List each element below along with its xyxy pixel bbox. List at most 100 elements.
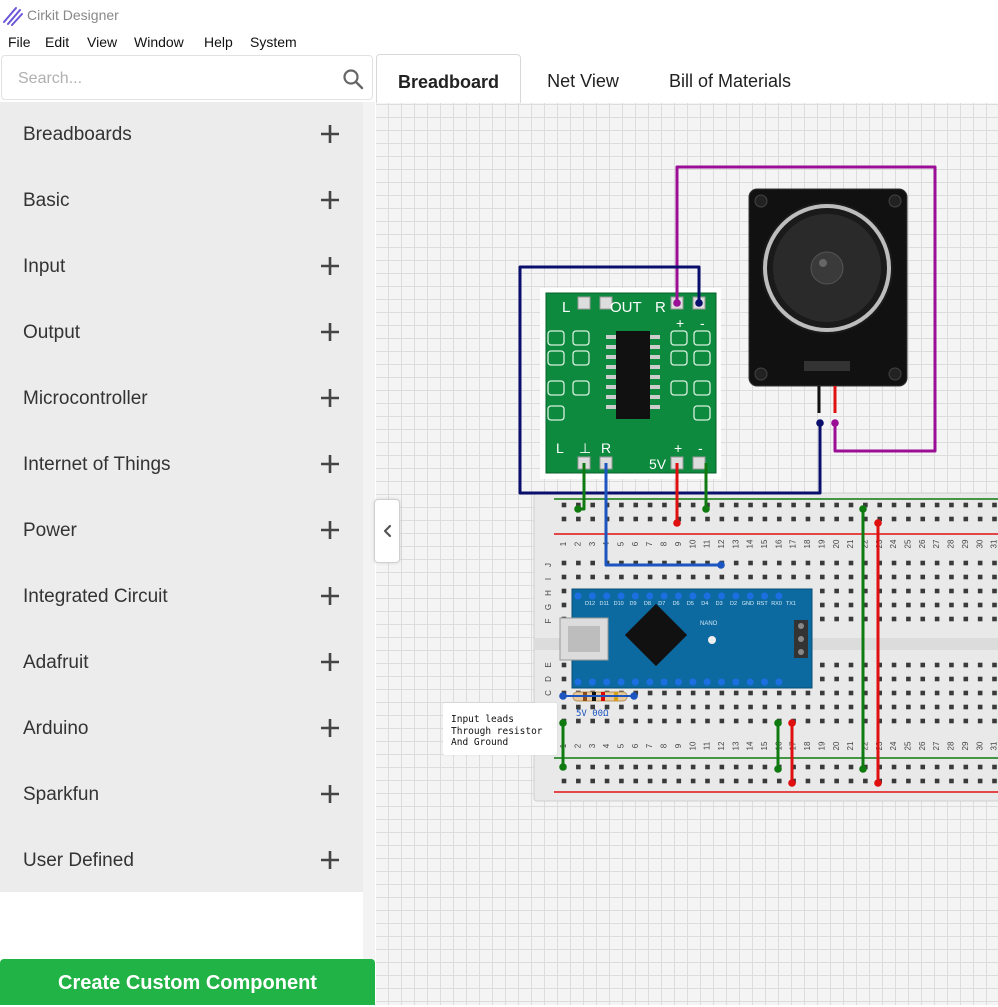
breadboard-hole[interactable] bbox=[719, 764, 725, 770]
breadboard-hole[interactable] bbox=[977, 764, 983, 770]
breadboard-hole[interactable] bbox=[906, 676, 911, 682]
category-input[interactable]: Input bbox=[0, 234, 363, 300]
breadboard-hole[interactable] bbox=[906, 602, 911, 608]
breadboard-hole[interactable] bbox=[662, 704, 667, 710]
breadboard-hole[interactable] bbox=[719, 574, 725, 580]
breadboard-hole[interactable] bbox=[733, 778, 739, 784]
plus-icon[interactable] bbox=[320, 454, 340, 474]
breadboard-hole[interactable] bbox=[748, 718, 753, 724]
breadboard-hole[interactable] bbox=[820, 502, 825, 508]
breadboard-hole[interactable] bbox=[561, 704, 567, 710]
breadboard-hole[interactable] bbox=[977, 704, 983, 710]
breadboard-hole[interactable] bbox=[848, 718, 854, 724]
plus-icon[interactable] bbox=[320, 652, 340, 672]
breadboard-hole[interactable] bbox=[647, 502, 653, 508]
breadboard-hole[interactable] bbox=[604, 764, 610, 770]
breadboard-hole[interactable] bbox=[934, 588, 940, 594]
breadboard-hole[interactable] bbox=[891, 778, 897, 784]
breadboard-hole[interactable] bbox=[977, 560, 983, 566]
breadboard-hole[interactable] bbox=[705, 690, 710, 696]
arduino-pin[interactable] bbox=[617, 592, 625, 600]
breadboard-hole[interactable] bbox=[920, 602, 926, 608]
breadboard-hole[interactable] bbox=[949, 516, 954, 522]
amp-pin-pad[interactable] bbox=[692, 456, 706, 470]
arduino-pin[interactable] bbox=[761, 678, 769, 686]
breadboard-hole[interactable] bbox=[590, 574, 595, 580]
breadboard-hole[interactable] bbox=[762, 764, 768, 770]
breadboard-hole[interactable] bbox=[934, 516, 940, 522]
breadboard-hole[interactable] bbox=[820, 718, 825, 724]
create-custom-component-button[interactable]: Create Custom Component bbox=[0, 959, 375, 1005]
breadboard-hole[interactable] bbox=[820, 662, 825, 668]
breadboard-hole[interactable] bbox=[891, 502, 897, 508]
breadboard-hole[interactable] bbox=[963, 516, 969, 522]
breadboard-hole[interactable] bbox=[776, 690, 782, 696]
arduino-pin[interactable] bbox=[603, 592, 611, 600]
breadboard-hole[interactable] bbox=[891, 574, 897, 580]
arduino-pin[interactable] bbox=[588, 678, 596, 686]
breadboard-hole[interactable] bbox=[561, 778, 567, 784]
breadboard-hole[interactable] bbox=[619, 764, 624, 770]
breadboard-hole[interactable] bbox=[676, 574, 682, 580]
breadboard-hole[interactable] bbox=[949, 574, 954, 580]
breadboard-hole[interactable] bbox=[977, 718, 983, 724]
arduino-pin[interactable] bbox=[732, 678, 740, 686]
breadboard-hole[interactable] bbox=[992, 662, 997, 668]
breadboard-hole[interactable] bbox=[805, 704, 811, 710]
arduino-pin[interactable] bbox=[775, 678, 783, 686]
breadboard-hole[interactable] bbox=[590, 718, 595, 724]
category-power[interactable]: Power bbox=[0, 498, 363, 564]
breadboard-hole[interactable] bbox=[576, 718, 581, 724]
breadboard-hole[interactable] bbox=[891, 704, 897, 710]
category-basic[interactable]: Basic bbox=[0, 168, 363, 234]
category-output[interactable]: Output bbox=[0, 300, 363, 366]
breadboard-hole[interactable] bbox=[776, 704, 782, 710]
breadboard-hole[interactable] bbox=[762, 516, 768, 522]
breadboard-hole[interactable] bbox=[834, 662, 839, 668]
breadboard-hole[interactable] bbox=[647, 516, 653, 522]
breadboard-hole[interactable] bbox=[992, 778, 997, 784]
breadboard-hole[interactable] bbox=[949, 560, 954, 566]
breadboard-hole[interactable] bbox=[977, 588, 983, 594]
arduino-pin[interactable] bbox=[674, 592, 682, 600]
breadboard-hole[interactable] bbox=[834, 690, 839, 696]
breadboard-hole[interactable] bbox=[848, 662, 854, 668]
breadboard-hole[interactable] bbox=[561, 588, 567, 594]
breadboard-hole[interactable] bbox=[963, 778, 969, 784]
breadboard-hole[interactable] bbox=[920, 690, 926, 696]
breadboard-hole[interactable] bbox=[676, 764, 682, 770]
wire-endpoint[interactable] bbox=[774, 719, 782, 727]
breadboard-hole[interactable] bbox=[934, 704, 940, 710]
breadboard-hole[interactable] bbox=[920, 560, 926, 566]
breadboard-hole[interactable] bbox=[834, 778, 839, 784]
breadboard-hole[interactable] bbox=[733, 690, 739, 696]
breadboard-hole[interactable] bbox=[662, 778, 667, 784]
arduino-pin[interactable] bbox=[574, 592, 582, 600]
breadboard-hole[interactable] bbox=[848, 560, 854, 566]
category-internet-of-things[interactable]: Internet of Things bbox=[0, 432, 363, 498]
breadboard-hole[interactable] bbox=[820, 704, 825, 710]
breadboard-hole[interactable] bbox=[748, 764, 753, 770]
breadboard-hole[interactable] bbox=[633, 704, 639, 710]
menu-system[interactable]: System bbox=[250, 34, 297, 50]
breadboard-hole[interactable] bbox=[719, 516, 725, 522]
breadboard-hole[interactable] bbox=[662, 690, 667, 696]
arduino-pin[interactable] bbox=[703, 592, 711, 600]
breadboard-hole[interactable] bbox=[992, 764, 997, 770]
breadboard-hole[interactable] bbox=[690, 778, 696, 784]
breadboard-hole[interactable] bbox=[776, 778, 782, 784]
breadboard-hole[interactable] bbox=[690, 704, 696, 710]
breadboard-hole[interactable] bbox=[963, 616, 969, 622]
breadboard-hole[interactable] bbox=[906, 516, 911, 522]
breadboard-hole[interactable] bbox=[776, 502, 782, 508]
arduino-pin[interactable] bbox=[574, 678, 582, 686]
breadboard-hole[interactable] bbox=[920, 616, 926, 622]
breadboard-hole[interactable] bbox=[604, 778, 610, 784]
breadboard-hole[interactable] bbox=[590, 764, 595, 770]
breadboard-hole[interactable] bbox=[633, 764, 639, 770]
breadboard-hole[interactable] bbox=[863, 778, 868, 784]
breadboard-hole[interactable] bbox=[733, 704, 739, 710]
breadboard-hole[interactable] bbox=[934, 502, 940, 508]
breadboard-hole[interactable] bbox=[949, 616, 954, 622]
breadboard-hole[interactable] bbox=[604, 574, 610, 580]
